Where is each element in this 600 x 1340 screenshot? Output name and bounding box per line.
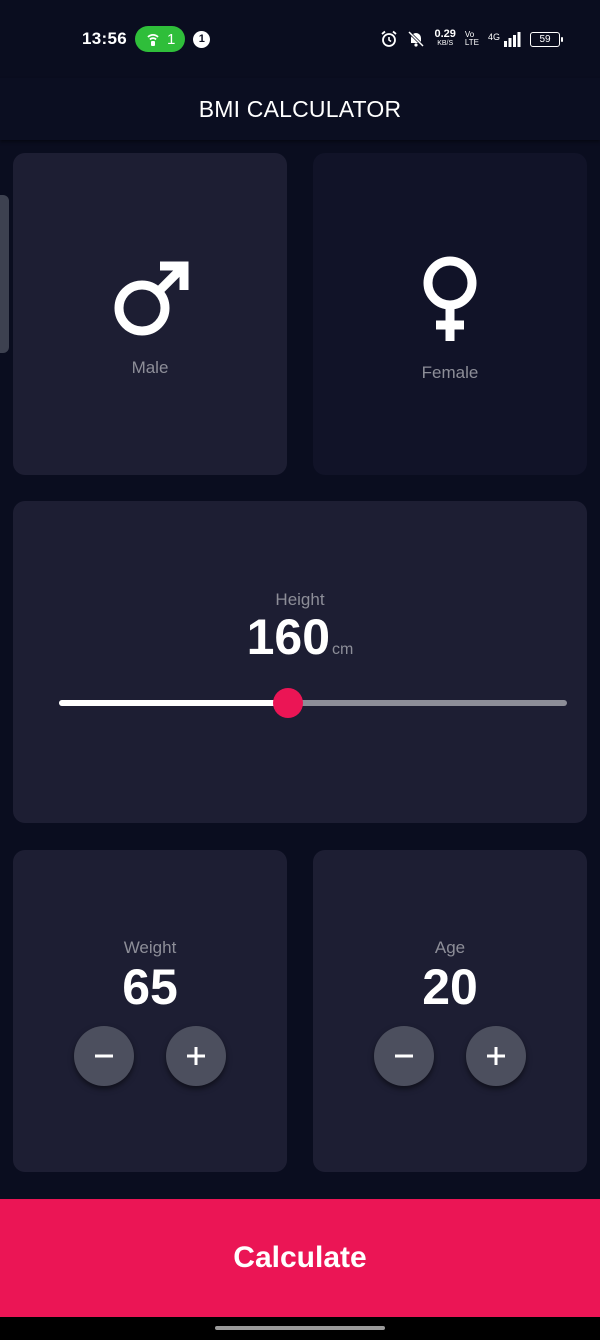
minus-icon	[395, 1054, 413, 1058]
slider-active-track	[59, 700, 288, 706]
network-type: 4G	[487, 32, 500, 42]
net-speed-unit: KB/S	[437, 40, 454, 47]
age-decrement-button[interactable]	[374, 1026, 434, 1086]
age-label: Age	[434, 938, 466, 957]
weight-card: Weight 65	[13, 850, 287, 1172]
volte-indicator: Vo LTE	[465, 31, 479, 47]
female-card[interactable]: Female	[313, 153, 587, 475]
weight-decrement-button[interactable]	[74, 1026, 134, 1086]
weight-increment-button[interactable]	[166, 1026, 226, 1086]
status-time: 13:56	[82, 29, 127, 48]
battery-level: 59	[539, 33, 551, 45]
female-symbol-icon	[423, 256, 477, 341]
height-value: 160	[246, 609, 331, 665]
hotspot-icon	[147, 34, 159, 46]
male-symbol-icon	[114, 261, 189, 336]
notification-badge: 1	[193, 30, 211, 48]
age-controls	[374, 1026, 526, 1086]
age-value: 20	[422, 959, 478, 1015]
hotspot-indicator: 1	[134, 26, 186, 52]
plus-icon	[187, 1047, 205, 1065]
slider-thumb[interactable]	[272, 688, 303, 718]
calculate-button[interactable]: Calculate	[0, 1199, 600, 1317]
edge-panel-handle[interactable]	[0, 195, 9, 353]
system-nav-bar	[0, 1317, 600, 1340]
age-card: Age 20	[313, 850, 587, 1172]
age-increment-button[interactable]	[466, 1026, 526, 1086]
volte-bottom: LTE	[464, 38, 479, 47]
height-unit: cm	[332, 641, 354, 658]
battery-icon: 59	[530, 31, 563, 47]
status-icons: 0.29 KB/S Vo LTE 4G 59	[380, 28, 563, 48]
status-bar: 13:56 1 1 0.29 KB/S Vo LTE 4G 59	[0, 0, 600, 78]
home-indicator[interactable]	[215, 1326, 385, 1330]
height-value-row: 160 cm	[247, 612, 354, 662]
height-label: Height	[275, 590, 325, 609]
minus-icon	[95, 1054, 113, 1058]
height-slider[interactable]	[59, 688, 567, 718]
signal-icon	[504, 32, 521, 47]
male-label: Male	[131, 358, 169, 377]
weight-label: Weight	[123, 938, 177, 957]
height-card: Height 160 cm	[13, 501, 587, 823]
net-speed: 0.29 KB/S	[434, 28, 456, 48]
alarm-icon	[381, 30, 398, 47]
hotspot-count: 1	[166, 30, 176, 48]
bmi-screen: 13:56 1 1 0.29 KB/S Vo LTE 4G 59 BMI CAL…	[0, 0, 600, 1340]
female-label: Female	[421, 363, 479, 382]
male-card[interactable]: Male	[13, 153, 287, 475]
weight-controls	[74, 1026, 226, 1086]
mute-bell-icon	[408, 30, 425, 48]
calculate-label: Calculate	[233, 1241, 367, 1274]
net-speed-value: 0.29	[434, 28, 456, 40]
weight-value: 65	[122, 959, 178, 1015]
plus-icon	[487, 1047, 505, 1065]
app-bar: BMI CALCULATOR	[0, 78, 600, 140]
page-title: BMI CALCULATOR	[198, 95, 402, 122]
